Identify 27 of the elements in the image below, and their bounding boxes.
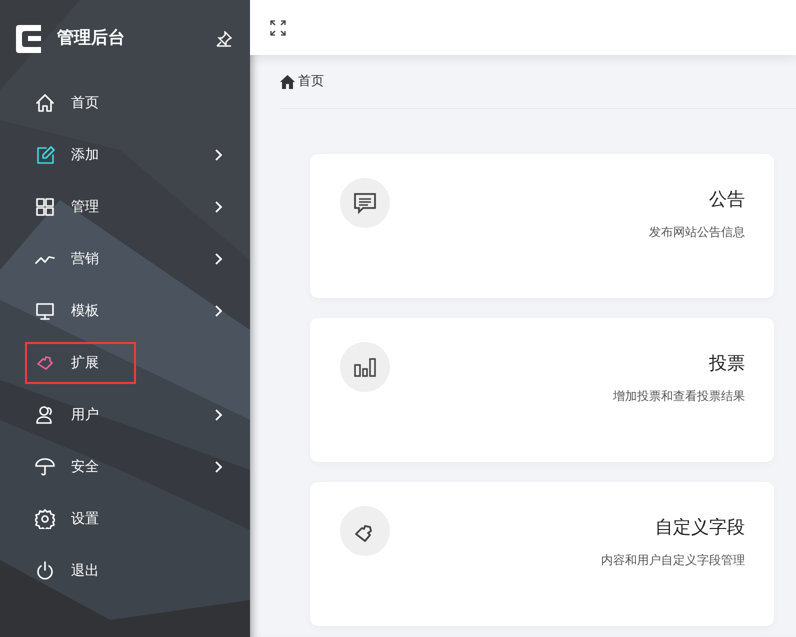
menu-item[interactable]: 营销 xyxy=(25,238,225,280)
menu-item[interactable]: 首页 xyxy=(25,82,225,124)
menu-item[interactable]: 用户 xyxy=(25,394,225,436)
breadcrumb-link[interactable]: 首页 xyxy=(298,72,324,92)
menu-item[interactable]: 添加 xyxy=(25,134,225,176)
menu-item[interactable]: 退出 xyxy=(25,550,225,592)
card-title: 公告 xyxy=(708,188,745,212)
fullscreen-icon[interactable] xyxy=(270,20,286,36)
card-description: 发布网站公告信息 xyxy=(648,224,745,241)
menu-item[interactable]: 安全 xyxy=(25,446,225,488)
pin-icon[interactable] xyxy=(216,31,232,47)
card-description: 内容和用户自定义字段管理 xyxy=(600,552,745,569)
message-icon xyxy=(352,191,378,215)
bar-chart-icon xyxy=(352,355,378,379)
menu-item[interactable]: 扩展 xyxy=(25,342,136,384)
logo-icon xyxy=(15,24,43,54)
menu-item[interactable]: 管理 xyxy=(25,186,225,228)
card-description: 增加投票和查看投票结果 xyxy=(612,388,745,405)
app-title: 管理后台 xyxy=(57,27,126,50)
feature-card[interactable]: 自定义字段 内容和用户自定义字段管理 xyxy=(310,482,774,626)
feature-card[interactable]: 投票 增加投票和查看投票结果 xyxy=(310,318,774,462)
feature-card[interactable]: 公告 发布网站公告信息 xyxy=(310,154,774,298)
menu-item[interactable]: 设置 xyxy=(25,498,225,540)
home-icon xyxy=(280,74,295,88)
card-title: 自定义字段 xyxy=(654,516,745,540)
menu-item[interactable]: 模板 xyxy=(25,290,225,332)
card-title: 投票 xyxy=(708,352,745,376)
